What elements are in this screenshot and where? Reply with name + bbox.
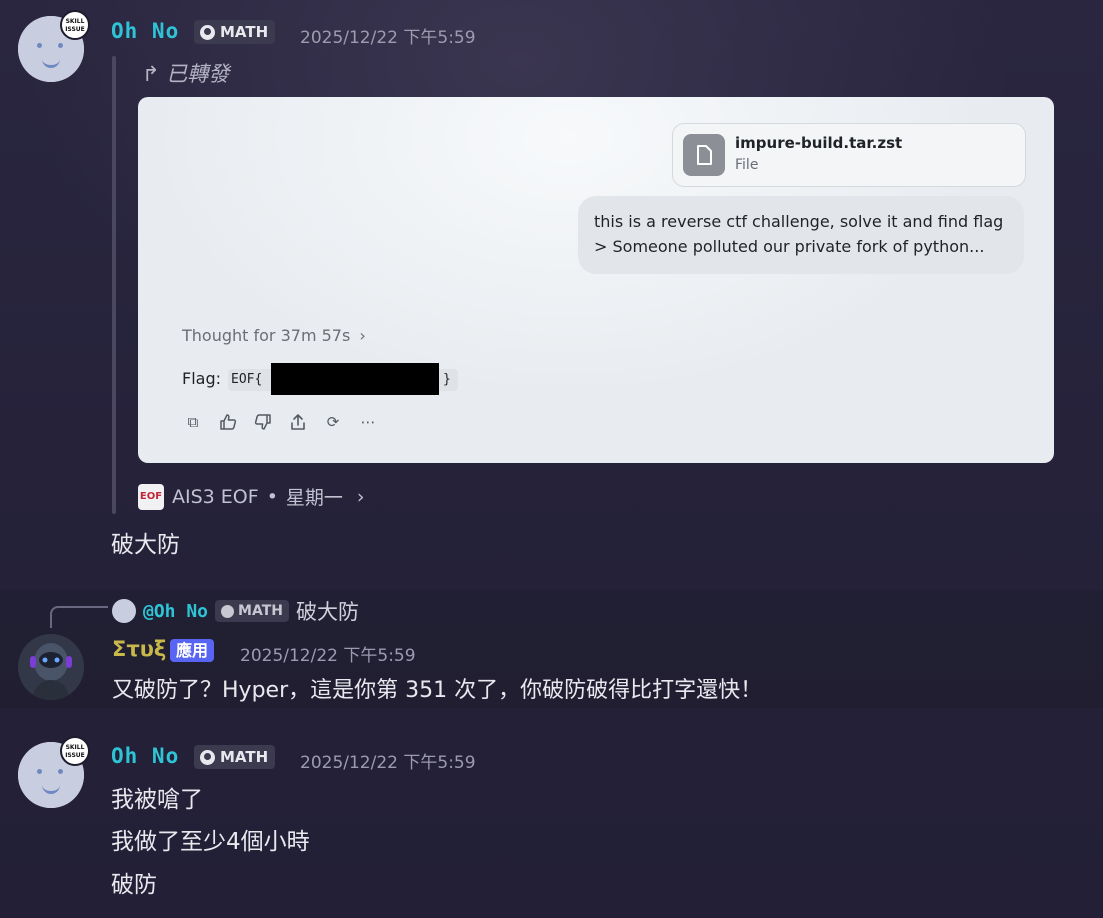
bot-name[interactable]: Στυξ [112, 637, 166, 661]
forward-label: 已轉發 [166, 62, 230, 86]
app-tag: 應用 [170, 639, 215, 662]
message-line: 我做了至少4個小時 [111, 829, 310, 855]
message-text: 破大防 [111, 532, 180, 558]
flag-prefix: EOF{ [231, 372, 263, 387]
thumbs-up-icon[interactable] [217, 411, 239, 433]
role-badge[interactable]: MATH [194, 20, 276, 44]
reply-reference[interactable]: @Oh No MATH 破大防 [112, 596, 359, 626]
thumbs-down-icon[interactable] [252, 411, 274, 433]
role-icon [221, 604, 235, 618]
avatar[interactable]: SKILL ISSUE [18, 10, 90, 82]
source-date: 星期一 [285, 487, 343, 509]
message-line: 我被嗆了 [111, 787, 203, 813]
role-icon [200, 24, 215, 40]
chevron-right-icon: › [356, 485, 365, 508]
forward-arrow-icon: ↱ [142, 62, 160, 86]
flag-label: Flag: [182, 369, 221, 388]
reply-role-badge: MATH [215, 600, 289, 622]
more-icon[interactable]: ⋯ [357, 411, 379, 433]
file-icon [683, 134, 725, 176]
prompt-line-2: > Someone polluted our private fork of p… [594, 237, 985, 256]
file-type: File [735, 157, 759, 173]
role-icon [200, 749, 215, 765]
chevron-right-icon: › [359, 326, 366, 345]
prompt-bubble: this is a reverse ctf challenge, solve i… [578, 196, 1024, 274]
reply-line [50, 606, 108, 628]
prompt-line-1: this is a reverse ctf challenge, solve i… [594, 212, 1004, 231]
message-line: 破防 [111, 872, 157, 898]
reply-role-label: MATH [238, 603, 283, 619]
file-attachment[interactable]: impure-build.tar.zst File [672, 123, 1026, 187]
robot-face-icon [18, 634, 84, 700]
flag-suffix: } [443, 372, 451, 387]
forward-source[interactable]: EOF AIS3 EOF • 星期一 › [138, 483, 365, 510]
author-name[interactable]: Oh No [111, 744, 179, 768]
source-server: AIS3 EOF [172, 485, 259, 508]
forwarded-indicator: ↱ 已轉發 [142, 58, 229, 88]
bot-avatar[interactable] [18, 634, 84, 700]
timestamp: 2025/12/22 下午5:59 [240, 646, 416, 666]
file-name: impure-build.tar.zst [735, 134, 903, 152]
skill-issue-badge: SKILL ISSUE [60, 10, 90, 40]
thought-duration[interactable]: Thought for 37m 57s › [182, 326, 366, 345]
share-icon[interactable] [287, 411, 309, 433]
reply-author: @Oh No [143, 600, 209, 622]
regenerate-icon[interactable]: ⟳ [322, 411, 344, 433]
response-actions: ⧉ ⟳ ⋯ [182, 411, 379, 433]
role-label: MATH [220, 748, 269, 766]
timestamp: 2025/12/22 下午5:59 [300, 28, 476, 48]
role-label: MATH [220, 23, 269, 41]
copy-icon[interactable]: ⧉ [182, 411, 204, 433]
forward-bar [112, 56, 116, 514]
server-icon: EOF [138, 483, 164, 510]
role-badge[interactable]: MATH [194, 745, 276, 769]
skill-issue-badge: SKILL ISSUE [60, 736, 90, 766]
message-text: 又破防了？Hyper，這是你第 351 次了，你破防破得比打字還快！ [112, 678, 763, 703]
forwarded-image[interactable]: impure-build.tar.zst File this is a reve… [138, 97, 1054, 463]
author-name[interactable]: Oh No [111, 19, 179, 43]
source-separator: • [266, 485, 278, 508]
avatar[interactable]: SKILL ISSUE [18, 736, 90, 808]
timestamp: 2025/12/22 下午5:59 [300, 753, 476, 773]
thought-label: Thought for 37m 57s [182, 326, 351, 345]
reply-avatar [112, 599, 136, 623]
redaction-box [271, 363, 439, 395]
reply-preview: 破大防 [295, 600, 359, 624]
